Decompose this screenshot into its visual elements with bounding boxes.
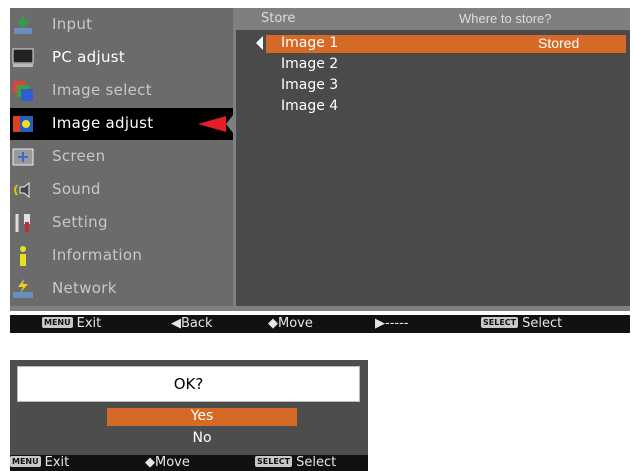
submenu-column-header: Where to store? <box>459 11 552 26</box>
sidebar-item-label: Sound <box>52 180 101 198</box>
image-select-icon <box>13 81 33 101</box>
submenu-header: Store Where to store? <box>236 8 630 30</box>
sidebar-item-screen[interactable]: Screen <box>10 141 233 173</box>
move-hint: ◆Move <box>268 316 313 331</box>
option-state: Stored <box>538 35 580 51</box>
input-icon <box>14 15 32 34</box>
select-key-icon: SELECT <box>255 456 293 467</box>
option-name: Image 1 <box>281 35 339 51</box>
select-hint: SELECT Select <box>481 316 562 331</box>
option-name: Image 3 <box>281 77 339 93</box>
store-option-image-1[interactable]: Image 1 Stored <box>266 35 626 53</box>
back-hint: ◀Back <box>171 316 213 331</box>
submenu-notch <box>226 115 233 133</box>
yes-button[interactable]: Yes <box>107 408 297 426</box>
submenu-title: Store <box>261 11 296 26</box>
sidebar-item-network[interactable]: Network <box>10 273 233 305</box>
no-button[interactable]: No <box>107 430 297 446</box>
option-name: Image 4 <box>281 98 339 114</box>
select-label: Select <box>522 316 563 331</box>
menu-key-icon: MENU <box>10 456 41 467</box>
sidebar-item-information[interactable]: Information <box>10 240 233 272</box>
main-menu-sidebar: Input PC adjust Image select Image adjus… <box>10 8 233 306</box>
select-hint: SELECT Select <box>255 455 336 470</box>
store-option-image-2[interactable]: Image 2 <box>266 56 626 74</box>
select-key-icon: SELECT <box>481 317 519 328</box>
screen-icon <box>12 148 34 166</box>
sound-icon <box>14 181 30 199</box>
next-hint: ▶----- <box>375 316 409 331</box>
exit-hint: MENU Exit <box>10 455 69 470</box>
yes-label: Yes <box>190 408 214 424</box>
confirm-question: OK? <box>173 375 204 393</box>
sidebar-item-image-adjust[interactable]: Image adjust <box>10 108 233 140</box>
pc-adjust-icon <box>12 48 34 67</box>
sidebar-item-image-select[interactable]: Image select <box>10 75 233 107</box>
menu-key-icon: MENU <box>42 317 73 328</box>
confirm-question-box: OK? <box>17 366 360 402</box>
sidebar-item-label: Network <box>52 279 117 297</box>
sidebar-item-label: Screen <box>52 147 106 165</box>
sidebar-item-label: Input <box>52 15 93 33</box>
exit-label: Exit <box>76 316 102 331</box>
store-submenu: Store Where to store? Image 1 Stored Ima… <box>236 8 630 306</box>
sidebar-item-label: Setting <box>52 213 108 231</box>
sidebar-item-pc-adjust[interactable]: PC adjust <box>10 42 233 74</box>
sidebar-item-label: PC adjust <box>52 48 126 66</box>
store-option-image-3[interactable]: Image 3 <box>266 77 626 95</box>
store-option-image-4[interactable]: Image 4 <box>266 98 626 116</box>
move-hint: ◆Move <box>145 455 190 470</box>
sidebar-item-setting[interactable]: Setting <box>10 207 233 239</box>
confirm-dialog: OK? Yes No <box>10 360 368 455</box>
sidebar-item-label: Image adjust <box>52 114 154 132</box>
menu-window: Input PC adjust Image select Image adjus… <box>10 8 630 311</box>
main-status-bar: MENU Exit ◀Back ◆Move ▶----- SELECT Select <box>10 315 630 333</box>
setting-icon <box>15 214 30 232</box>
sidebar-item-input[interactable]: Input <box>10 9 233 41</box>
select-label: Select <box>296 455 337 470</box>
sidebar-item-sound[interactable]: Sound <box>10 174 233 206</box>
sidebar-item-label: Image select <box>52 81 152 99</box>
network-icon <box>13 279 33 298</box>
selection-pointer-icon <box>198 116 226 132</box>
exit-label: Exit <box>44 455 70 470</box>
exit-hint: MENU Exit <box>42 316 101 331</box>
sidebar-item-label: Information <box>52 246 143 264</box>
image-adjust-icon <box>13 116 33 132</box>
option-name: Image 2 <box>281 56 339 72</box>
information-icon <box>20 246 26 266</box>
dialog-status-bar: MENU Exit ◆Move SELECT Select <box>10 455 368 471</box>
left-arrow-icon <box>256 36 263 50</box>
